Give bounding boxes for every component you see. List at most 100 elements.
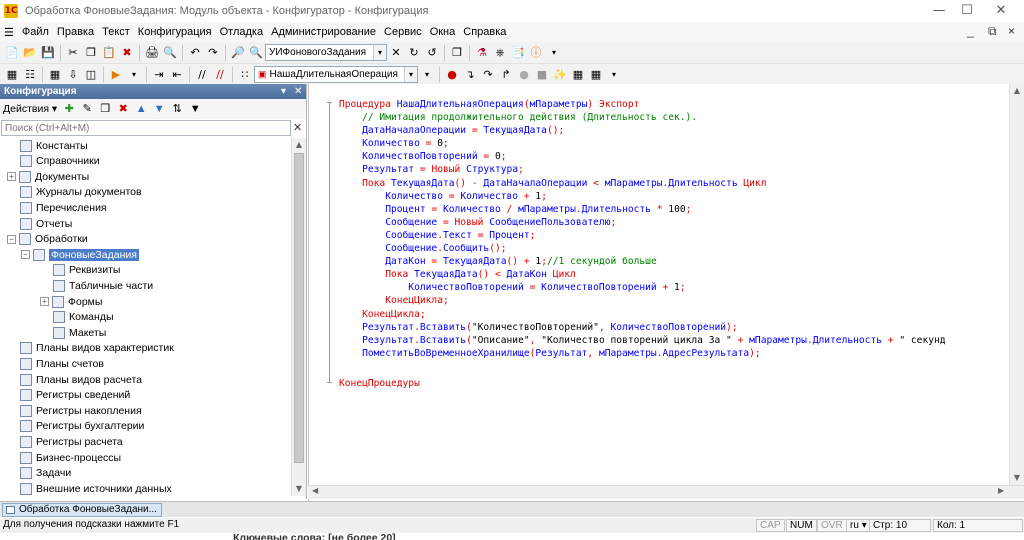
tree-item[interactable]: Табличные части: [40, 278, 153, 293]
menu-icon[interactable]: ☰: [0, 26, 18, 39]
tree-item[interactable]: Макеты: [40, 325, 106, 340]
panel-close-icon[interactable]: ✕: [294, 84, 302, 99]
table-icon[interactable]: ▦: [588, 67, 604, 83]
menu-administration[interactable]: Администрирование: [267, 26, 380, 38]
search-clear-icon[interactable]: ✕: [293, 121, 302, 134]
new-icon[interactable]: 📄: [4, 45, 20, 61]
tree-item[interactable]: Справочники: [7, 154, 100, 169]
info-icon[interactable]: ⓘ: [528, 45, 544, 61]
update-db-icon[interactable]: ⇩: [65, 67, 81, 83]
outdent-icon[interactable]: ⇤: [169, 67, 185, 83]
tree-item[interactable]: − ФоновыеЗадания: [21, 247, 139, 262]
tree-item[interactable]: Планы видов расчета: [7, 372, 142, 387]
filter-icon[interactable]: ▼: [187, 101, 203, 117]
stop-icon[interactable]: ■: [534, 67, 550, 83]
config-window-icon[interactable]: ▦: [4, 67, 20, 83]
cut-icon[interactable]: ✂: [65, 45, 81, 61]
tree-item[interactable]: Константы: [7, 138, 88, 153]
tools-icon[interactable]: ✨: [552, 67, 568, 83]
save-icon[interactable]: 💾: [40, 45, 56, 61]
search-back-icon[interactable]: ↺: [424, 45, 440, 61]
dropdown-debug-icon[interactable]: ▾: [606, 67, 622, 83]
compare-icon[interactable]: ▦: [47, 67, 63, 83]
menu-debug[interactable]: Отладка: [216, 26, 267, 38]
menu-service[interactable]: Сервис: [380, 26, 426, 38]
chevron-down-icon[interactable]: ▾: [404, 67, 417, 82]
find-icon[interactable]: 🔎: [230, 45, 246, 61]
run-debug-icon[interactable]: ▶: [108, 67, 124, 83]
search-combo[interactable]: УИФоновогоЗадания ▾: [265, 44, 387, 61]
procedures-list-icon[interactable]: ∷: [237, 67, 253, 83]
menu-help[interactable]: Справка: [459, 26, 510, 38]
edit-icon[interactable]: ✎: [79, 101, 95, 117]
dropdown-more-icon[interactable]: ▾: [546, 45, 562, 61]
syntax-helper-icon[interactable]: ⚗: [474, 45, 490, 61]
tree-item[interactable]: Планы счетов: [7, 356, 104, 371]
calc-icon[interactable]: ▦: [570, 67, 586, 83]
menu-file[interactable]: Файл: [18, 26, 53, 38]
mdi-close-icon[interactable]: ×: [1008, 24, 1015, 38]
tree-item[interactable]: + Формы: [40, 294, 102, 309]
paste-icon[interactable]: 📋: [101, 45, 117, 61]
tree-search-input[interactable]: [2, 121, 290, 136]
tree-item[interactable]: Бизнес-процессы: [7, 450, 121, 465]
editor-vscrollbar[interactable]: ▲ ▼: [1009, 84, 1024, 485]
editor-hscrollbar[interactable]: ◀ ▶: [308, 485, 1024, 499]
dropdown-run-icon[interactable]: ▾: [126, 67, 142, 83]
tree-item[interactable]: Регистры сведений: [7, 388, 130, 403]
step-out-icon[interactable]: ↱: [498, 67, 514, 83]
menu-configuration[interactable]: Конфигурация: [134, 26, 216, 38]
tree-item[interactable]: Реквизиты: [40, 263, 120, 278]
move-up-icon[interactable]: ▲: [133, 101, 149, 117]
scroll-up-icon[interactable]: ▲: [1010, 84, 1024, 98]
tree-item[interactable]: Регистры расчета: [7, 434, 123, 449]
template-icon[interactable]: 📑: [510, 45, 526, 61]
indent-icon[interactable]: ⇥: [151, 67, 167, 83]
copy-item-icon[interactable]: ❐: [97, 101, 113, 117]
window-tab[interactable]: Обработка ФоновыеЗадани...: [2, 503, 162, 517]
menu-windows[interactable]: Окна: [426, 26, 460, 38]
tree-item[interactable]: Планы видов характеристик: [7, 341, 174, 356]
chevron-down-icon[interactable]: ▾: [373, 45, 386, 60]
sort-icon[interactable]: ⇅: [169, 101, 185, 117]
actions-menu-button[interactable]: Действия ▾: [3, 103, 57, 115]
window-icon[interactable]: ❐: [449, 45, 465, 61]
delete-icon[interactable]: ✖: [119, 45, 135, 61]
tree-item[interactable]: Перечисления: [7, 200, 107, 215]
tree-item[interactable]: Задачи: [7, 466, 71, 481]
scroll-right-icon[interactable]: ▶: [998, 486, 1004, 495]
scroll-up-icon[interactable]: ▲: [292, 138, 306, 152]
close-icon[interactable]: ✕: [978, 0, 1024, 22]
collapse-icon[interactable]: −: [21, 250, 30, 260]
copy-icon[interactable]: ❐: [83, 45, 99, 61]
search-forward-icon[interactable]: ↻: [406, 45, 422, 61]
expand-icon[interactable]: +: [40, 297, 49, 306]
step-into-icon[interactable]: ↴: [462, 67, 478, 83]
mdi-minimize-icon[interactable]: _: [967, 24, 974, 38]
code-editor[interactable]: Процедура НашаДлительнаяОперация(мПараме…: [308, 84, 1024, 502]
step-over-icon[interactable]: ↷: [480, 67, 496, 83]
redo-icon[interactable]: ↷: [205, 45, 221, 61]
tree-item[interactable]: Команды: [40, 310, 114, 325]
open-icon[interactable]: 📂: [22, 45, 38, 61]
tree-item[interactable]: Журналы документов: [7, 185, 142, 200]
tree-search[interactable]: [1, 120, 291, 136]
tree-item[interactable]: Регистры бухгалтерии: [7, 419, 144, 434]
uncomment-icon[interactable]: /∕: [212, 67, 228, 83]
tree-item[interactable]: + Документы: [7, 169, 89, 184]
tree-item[interactable]: Регистры накопления: [7, 403, 142, 418]
collapse-icon[interactable]: −: [7, 234, 16, 244]
query-builder-icon[interactable]: ⎈: [492, 45, 508, 61]
breakpoint-icon[interactable]: ●: [444, 67, 460, 83]
scroll-down-icon[interactable]: ▼: [292, 482, 306, 496]
menu-text[interactable]: Текст: [98, 26, 134, 38]
procedure-combo[interactable]: ▣ НашаДлительнаяОперация ▾: [254, 66, 418, 83]
undo-icon[interactable]: ↶: [187, 45, 203, 61]
find-next-icon[interactable]: 🔍: [248, 45, 264, 61]
menu-edit[interactable]: Правка: [53, 26, 98, 38]
scroll-thumb[interactable]: [294, 153, 304, 463]
open-config-icon[interactable]: ☷: [22, 67, 38, 83]
comment-icon[interactable]: //: [194, 67, 210, 83]
disable-breakpoint-icon[interactable]: ●: [516, 67, 532, 83]
mdi-restore-icon[interactable]: ⧉: [988, 24, 997, 39]
